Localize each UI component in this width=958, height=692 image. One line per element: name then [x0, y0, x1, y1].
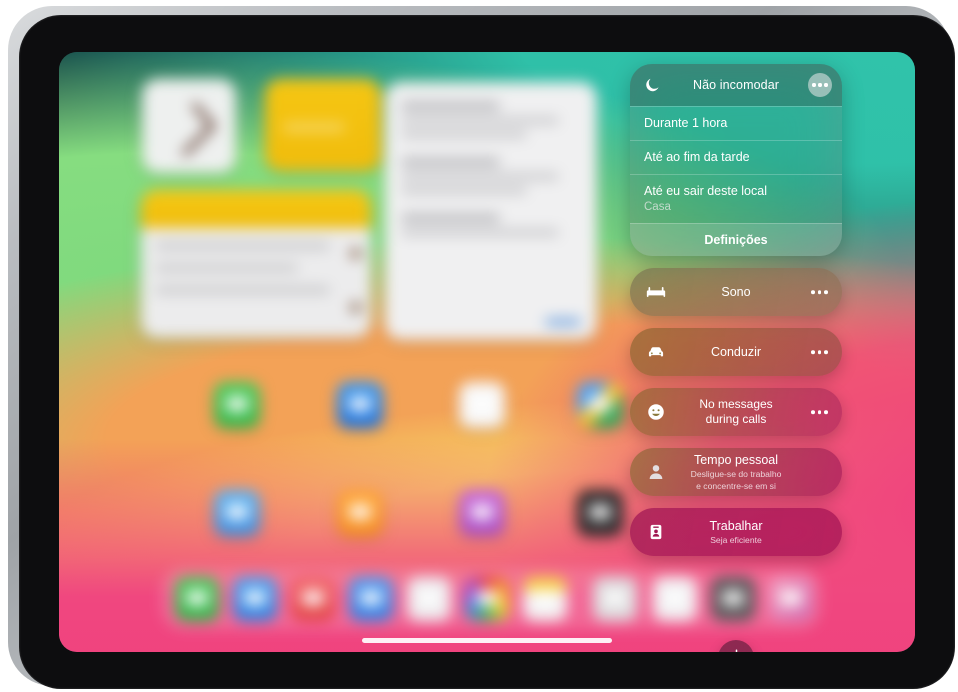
dock-icon[interactable]	[233, 577, 277, 621]
dnd-option-label: Até ao fim da tarde	[644, 150, 750, 164]
plus-icon	[728, 647, 745, 652]
focus-mode-text: Tempo pessoal Desligue-se do trabalho e …	[649, 453, 824, 492]
do-not-disturb-more-button[interactable]	[808, 73, 832, 97]
smiley-icon	[646, 402, 666, 422]
dnd-option-label: Durante 1 hora	[644, 116, 728, 130]
dock-icon[interactable]	[593, 577, 637, 621]
focus-mode-sono[interactable]: Sono	[630, 268, 842, 316]
focus-mode-conduzir[interactable]: Conduzir	[630, 328, 842, 376]
focus-mode-title: Conduzir	[710, 345, 762, 359]
focus-mode-sub-line2: e concentre-se em si	[696, 480, 776, 491]
ipad-device-frame: Não incomodar Durante 1 hora Até ao fim …	[8, 6, 955, 689]
badge-icon	[646, 522, 666, 542]
app-icon[interactable]	[214, 490, 260, 536]
do-not-disturb-title: Não incomodar	[692, 78, 780, 92]
app-icon[interactable]	[337, 490, 383, 536]
focus-mode-subtitle: Seja eficiente	[710, 534, 762, 545]
focus-mode-no-messages-during-calls[interactable]: No messages during calls	[630, 388, 842, 436]
widget-mail[interactable]	[385, 82, 597, 340]
app-icon[interactable]	[577, 490, 623, 536]
focus-mode-title: Trabalhar	[709, 518, 763, 533]
dock	[161, 568, 821, 630]
dock-icon[interactable]	[349, 577, 393, 621]
app-icon[interactable]	[577, 382, 623, 428]
focus-mode-sub-line1: Desligue-se do trabalho	[690, 468, 782, 479]
dnd-settings-button[interactable]: Definições	[630, 223, 842, 256]
focus-mode-trabalhar[interactable]: Trabalhar Seja eficiente	[630, 508, 842, 556]
focus-mode-title: Sono	[721, 285, 751, 299]
dock-icon[interactable]	[769, 577, 813, 621]
focus-mode-more-button[interactable]	[811, 410, 828, 414]
focus-mode-text: Conduzir	[669, 343, 803, 361]
do-not-disturb-panel: Não incomodar Durante 1 hora Até ao fim …	[630, 64, 842, 256]
focus-mode-text: No messages during calls	[657, 397, 814, 427]
dnd-option-sublabel: Casa	[644, 201, 671, 213]
bed-icon	[646, 282, 666, 302]
dnd-option-1-hour[interactable]: Durante 1 hora	[630, 106, 842, 140]
app-icon[interactable]	[459, 382, 505, 428]
widget-notes-small[interactable]	[265, 79, 381, 171]
dnd-option-until-i-leave[interactable]: Até eu sair deste local Casa	[630, 174, 842, 223]
focus-mode-title-line1: No messages	[699, 397, 773, 411]
dock-icon[interactable]	[291, 577, 335, 621]
app-icon[interactable]	[337, 382, 383, 428]
dock-icon[interactable]	[465, 577, 509, 621]
dock-icon[interactable]	[523, 577, 567, 621]
person-icon	[646, 462, 666, 482]
ipad-screen: Não incomodar Durante 1 hora Até ao fim …	[59, 52, 915, 652]
widget-clock[interactable]	[142, 79, 236, 173]
focus-mode-tempo-pessoal[interactable]: Tempo pessoal Desligue-se do trabalho e …	[630, 448, 842, 496]
dnd-option-label: Até eu sair deste local	[644, 184, 767, 198]
dock-icon[interactable]	[407, 577, 451, 621]
dock-icon[interactable]	[175, 577, 219, 621]
focus-modes-column: Não incomodar Durante 1 hora Até ao fim …	[630, 64, 842, 556]
dnd-option-end-of-afternoon[interactable]: Até ao fim da tarde	[630, 140, 842, 174]
focus-mode-text: Sono	[679, 283, 792, 301]
dnd-settings-label: Definições	[704, 233, 768, 247]
focus-mode-title-line2: during calls	[705, 412, 767, 426]
moon-icon	[644, 77, 661, 94]
dock-icon[interactable]	[711, 577, 755, 621]
add-focus-button[interactable]	[718, 640, 754, 652]
do-not-disturb-header[interactable]: Não incomodar	[630, 64, 842, 106]
home-indicator[interactable]	[362, 638, 612, 643]
dock-icon[interactable]	[653, 577, 697, 621]
focus-mode-more-button[interactable]	[811, 290, 828, 294]
widget-notes[interactable]	[141, 190, 371, 338]
focus-mode-title: Tempo pessoal	[693, 452, 779, 467]
app-icon[interactable]	[459, 490, 505, 536]
focus-mode-more-button[interactable]	[811, 350, 828, 354]
focus-mode-text: Trabalhar Seja eficiente	[667, 519, 804, 546]
app-icon[interactable]	[214, 382, 260, 428]
car-icon	[646, 342, 666, 362]
add-focus-section: Novo modo de concentração	[630, 640, 842, 652]
